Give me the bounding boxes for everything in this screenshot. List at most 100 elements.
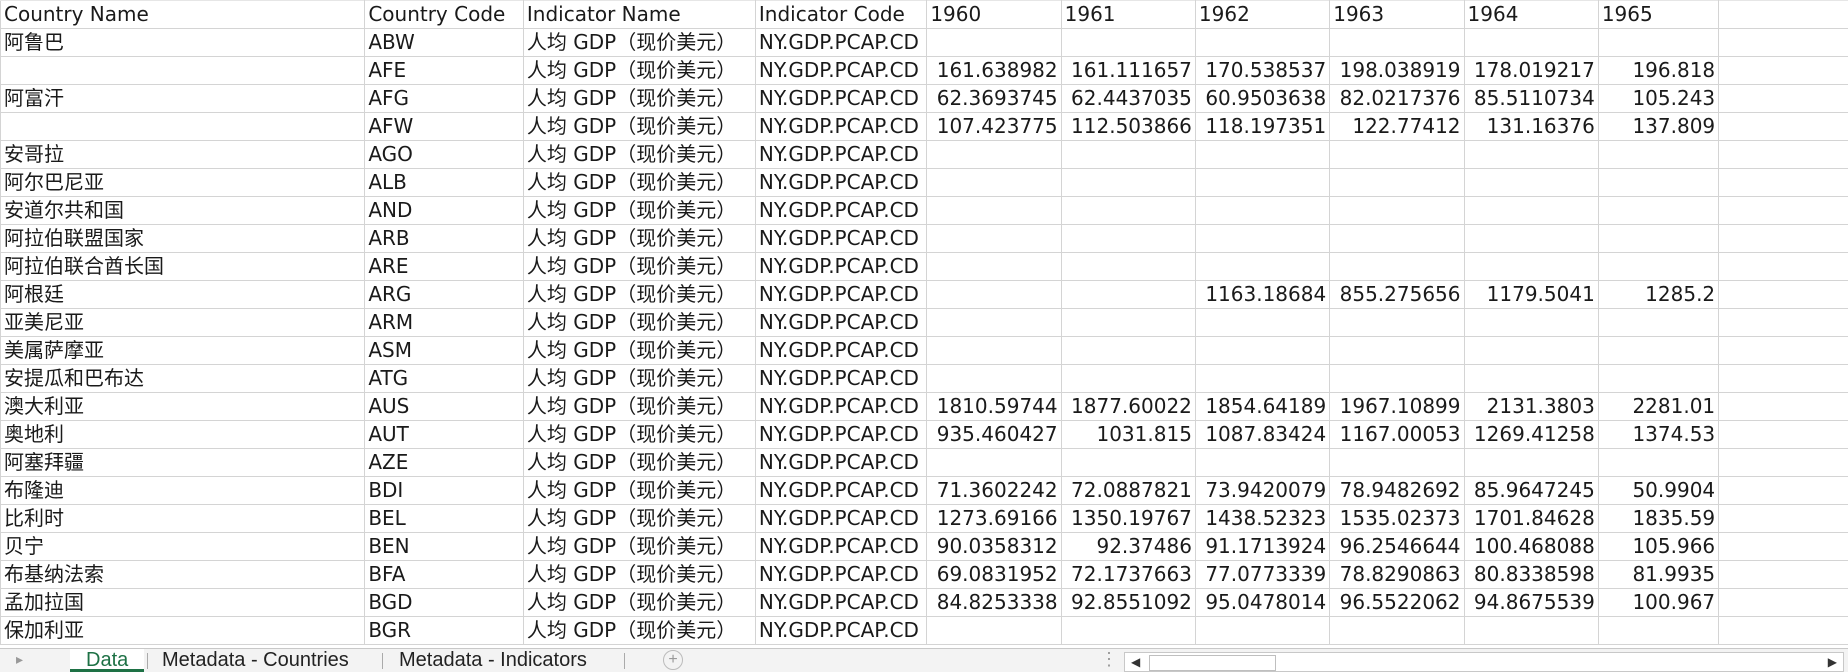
- table-cell[interactable]: [1330, 617, 1464, 645]
- tab-metadata-indicators[interactable]: Metadata - Indicators: [383, 649, 603, 671]
- table-cell[interactable]: NY.GDP.PCAP.CD: [755, 57, 926, 85]
- table-cell[interactable]: 人均 GDP（现价美元）: [523, 561, 755, 589]
- table-cell[interactable]: [1598, 337, 1718, 365]
- table-cell[interactable]: [1598, 197, 1718, 225]
- table-cell[interactable]: NY.GDP.PCAP.CD: [755, 477, 926, 505]
- table-cell[interactable]: 91.1713924: [1195, 533, 1329, 561]
- table-cell[interactable]: [1195, 29, 1329, 57]
- table-cell[interactable]: 72.0887821: [1061, 477, 1195, 505]
- table-cell[interactable]: 196.818: [1598, 57, 1718, 85]
- table-cell[interactable]: 保加利亚: [1, 617, 365, 645]
- empty-cell[interactable]: [1719, 29, 1848, 57]
- table-cell[interactable]: 人均 GDP（现价美元）: [523, 169, 755, 197]
- table-cell[interactable]: NY.GDP.PCAP.CD: [755, 505, 926, 533]
- table-cell[interactable]: 1087.83424: [1195, 421, 1329, 449]
- table-cell[interactable]: 1877.60022: [1061, 393, 1195, 421]
- table-cell[interactable]: [1061, 309, 1195, 337]
- tab-scroll-left-icon[interactable]: ▸: [16, 651, 23, 668]
- table-cell[interactable]: [1, 57, 365, 85]
- triangle-left-icon[interactable]: ◀: [1131, 653, 1140, 671]
- table-cell[interactable]: NY.GDP.PCAP.CD: [755, 225, 926, 253]
- table-cell[interactable]: 1269.41258: [1464, 421, 1598, 449]
- horizontal-scrollbar[interactable]: ◀ ▶: [1124, 652, 1844, 672]
- table-cell[interactable]: 澳大利亚: [1, 393, 365, 421]
- table-cell[interactable]: [1598, 253, 1718, 281]
- table-cell[interactable]: [1061, 141, 1195, 169]
- table-cell[interactable]: ASM: [365, 337, 524, 365]
- table-cell[interactable]: 人均 GDP（现价美元）: [523, 141, 755, 169]
- table-cell[interactable]: NY.GDP.PCAP.CD: [755, 421, 926, 449]
- table-cell[interactable]: [1598, 225, 1718, 253]
- table-cell[interactable]: 95.0478014: [1195, 589, 1329, 617]
- table-cell[interactable]: 美属萨摩亚: [1, 337, 365, 365]
- table-cell[interactable]: [1061, 253, 1195, 281]
- table-cell[interactable]: NY.GDP.PCAP.CD: [755, 281, 926, 309]
- table-cell[interactable]: 人均 GDP（现价美元）: [523, 197, 755, 225]
- table-cell[interactable]: [927, 253, 1061, 281]
- table-cell[interactable]: 孟加拉国: [1, 589, 365, 617]
- table-cell[interactable]: NY.GDP.PCAP.CD: [755, 253, 926, 281]
- table-cell[interactable]: NY.GDP.PCAP.CD: [755, 449, 926, 477]
- table-cell[interactable]: 107.423775: [927, 113, 1061, 141]
- table-cell[interactable]: 阿塞拜疆: [1, 449, 365, 477]
- table-cell[interactable]: [1330, 197, 1464, 225]
- table-cell[interactable]: [1464, 29, 1598, 57]
- table-cell[interactable]: 198.038919: [1330, 57, 1464, 85]
- table-cell[interactable]: [1464, 169, 1598, 197]
- table-cell[interactable]: [1598, 617, 1718, 645]
- table-cell[interactable]: [1330, 225, 1464, 253]
- table-cell[interactable]: AUT: [365, 421, 524, 449]
- column-header-cell[interactable]: 1961: [1061, 1, 1195, 29]
- empty-cell[interactable]: [1719, 617, 1848, 645]
- empty-cell[interactable]: [1719, 533, 1848, 561]
- table-cell[interactable]: [1195, 449, 1329, 477]
- table-cell[interactable]: NY.GDP.PCAP.CD: [755, 197, 926, 225]
- table-cell[interactable]: NY.GDP.PCAP.CD: [755, 85, 926, 113]
- table-cell[interactable]: 78.9482692: [1330, 477, 1464, 505]
- table-cell[interactable]: [1195, 617, 1329, 645]
- table-cell[interactable]: 1438.52323: [1195, 505, 1329, 533]
- table-cell[interactable]: 92.37486: [1061, 533, 1195, 561]
- empty-cell[interactable]: [1719, 337, 1848, 365]
- table-cell[interactable]: 人均 GDP（现价美元）: [523, 309, 755, 337]
- table-cell[interactable]: 人均 GDP（现价美元）: [523, 225, 755, 253]
- empty-cell[interactable]: [1719, 281, 1848, 309]
- table-cell[interactable]: 阿富汗: [1, 85, 365, 113]
- table-cell[interactable]: 人均 GDP（现价美元）: [523, 589, 755, 617]
- table-cell[interactable]: BGR: [365, 617, 524, 645]
- table-cell[interactable]: NY.GDP.PCAP.CD: [755, 169, 926, 197]
- empty-cell[interactable]: [1719, 253, 1848, 281]
- table-cell[interactable]: AUS: [365, 393, 524, 421]
- table-cell[interactable]: [927, 29, 1061, 57]
- tab-data[interactable]: Data: [70, 649, 144, 672]
- table-cell[interactable]: [1330, 365, 1464, 393]
- table-cell[interactable]: 1535.02373: [1330, 505, 1464, 533]
- table-cell[interactable]: [927, 141, 1061, 169]
- empty-cell[interactable]: [1719, 169, 1848, 197]
- table-cell[interactable]: [1061, 365, 1195, 393]
- table-cell[interactable]: [1598, 365, 1718, 393]
- table-cell[interactable]: [1061, 337, 1195, 365]
- table-cell[interactable]: BGD: [365, 589, 524, 617]
- table-cell[interactable]: NY.GDP.PCAP.CD: [755, 365, 926, 393]
- table-cell[interactable]: [927, 169, 1061, 197]
- table-cell[interactable]: 100.967: [1598, 589, 1718, 617]
- table-cell[interactable]: [1195, 169, 1329, 197]
- table-cell[interactable]: 85.9647245: [1464, 477, 1598, 505]
- table-cell[interactable]: 71.3602242: [927, 477, 1061, 505]
- empty-cell[interactable]: [1719, 421, 1848, 449]
- table-cell[interactable]: 161.638982: [927, 57, 1061, 85]
- empty-cell[interactable]: [1719, 113, 1848, 141]
- table-cell[interactable]: 1374.53: [1598, 421, 1718, 449]
- table-cell[interactable]: 935.460427: [927, 421, 1061, 449]
- table-cell[interactable]: [1330, 449, 1464, 477]
- table-cell[interactable]: [1330, 309, 1464, 337]
- table-cell[interactable]: 82.0217376: [1330, 85, 1464, 113]
- table-cell[interactable]: [927, 617, 1061, 645]
- empty-cell[interactable]: [1719, 85, 1848, 113]
- table-cell[interactable]: [1464, 309, 1598, 337]
- table-cell[interactable]: ATG: [365, 365, 524, 393]
- table-cell[interactable]: 亚美尼亚: [1, 309, 365, 337]
- table-cell[interactable]: AFG: [365, 85, 524, 113]
- table-cell[interactable]: [1464, 253, 1598, 281]
